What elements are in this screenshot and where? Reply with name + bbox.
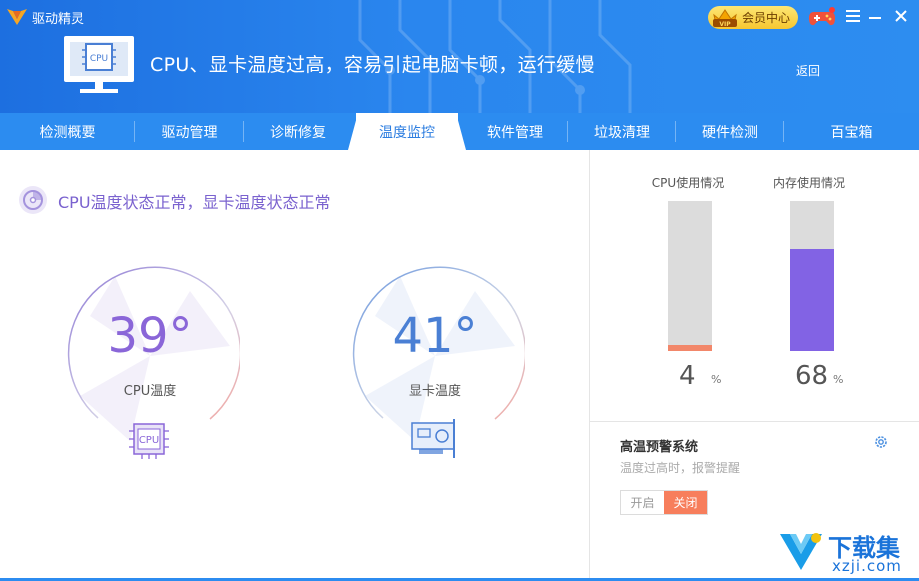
monitor-cpu-icon: CPU: [64, 36, 134, 93]
menu-icon[interactable]: [846, 10, 860, 23]
alert-on-option[interactable]: 开启: [621, 491, 664, 514]
cpu-temperature-value: 39°: [107, 308, 193, 364]
memory-usage-fill: [790, 249, 834, 351]
alert-toggle: 开启 关闭: [620, 490, 708, 515]
close-icon[interactable]: [893, 8, 909, 24]
tab-software-management[interactable]: 软件管理: [462, 113, 568, 150]
cpu-temperature-label: CPU温度: [123, 384, 177, 399]
tab-junk-cleanup[interactable]: 垃圾清理: [568, 113, 676, 150]
svg-text:VIP: VIP: [719, 21, 731, 28]
tab-toolbox[interactable]: 百宝箱: [784, 113, 919, 150]
tab-driver-management[interactable]: 驱动管理: [135, 113, 244, 150]
tab-hardware-detection[interactable]: 硬件检测: [676, 113, 784, 150]
vip-center-button[interactable]: VIP 会员中心: [708, 6, 798, 29]
cpu-usage-bar: [668, 201, 712, 351]
watermark-logo-icon: [780, 533, 822, 570]
gpu-temperature-value: 41°: [392, 308, 478, 364]
temperature-status-icon: [19, 186, 47, 214]
temperature-status-text: CPU温度状态正常，显卡温度状态正常: [58, 193, 331, 212]
gear-icon[interactable]: [873, 434, 889, 450]
memory-usage-bar: [790, 201, 834, 351]
vip-center-label: 会员中心: [742, 11, 791, 25]
alert-off-option[interactable]: 关闭: [664, 491, 707, 514]
gpu-temperature-gauge: 41° 显卡温度: [345, 266, 525, 458]
vip-crown-icon: VIP: [713, 9, 737, 28]
minimize-icon[interactable]: [869, 17, 881, 19]
tab-overview[interactable]: 检测概要: [0, 113, 135, 150]
app-logo-icon: [7, 9, 27, 25]
cpu-usage-unit: %: [711, 373, 722, 386]
panel-divider: [590, 421, 919, 422]
memory-usage-unit: %: [833, 373, 844, 386]
tab-temperature-monitor[interactable]: 温度监控: [356, 113, 458, 150]
content-divider: [589, 150, 590, 581]
cpu-usage-title: CPU使用情况: [651, 176, 725, 190]
main-tab-bar: 检测概要 驱动管理 诊断修复 温度监控 软件管理 垃圾清理 硬件检测 百宝箱: [0, 113, 919, 150]
watermark: 下载集 xzji.com: [778, 528, 918, 578]
hero-warning-text: CPU、显卡温度过高，容易引起电脑卡顿，运行缓慢: [150, 54, 595, 76]
app-name: 驱动精灵: [32, 12, 85, 27]
memory-usage-title: 内存使用情况: [772, 176, 845, 190]
svg-text:CPU: CPU: [90, 54, 108, 64]
gamepad-icon[interactable]: [808, 6, 836, 28]
cpu-temperature-gauge: 39° CPU温度 CPU: [60, 266, 240, 459]
cpu-usage-fill: [668, 345, 712, 351]
tab-diagnose-repair[interactable]: 诊断修复: [244, 113, 352, 150]
watermark-url: xzji.com: [832, 557, 902, 575]
gpu-temperature-label: 显卡温度: [408, 384, 461, 399]
graphics-card-icon: [411, 419, 455, 458]
cpu-chip-icon: CPU: [129, 423, 169, 459]
high-temp-alert-title: 高温预警系统: [620, 440, 699, 455]
header: 驱动精灵 CPU CPU、显卡温度过高，容易引起电脑卡顿，运行缓慢 返回 VIP…: [0, 0, 919, 113]
high-temp-alert-subtitle: 温度过高时，报警提醒: [620, 461, 741, 475]
svg-text:CPU: CPU: [139, 435, 159, 446]
memory-usage-value: 68: [795, 361, 829, 391]
cpu-usage-value: 4: [679, 361, 696, 391]
back-link[interactable]: 返回: [796, 62, 820, 79]
